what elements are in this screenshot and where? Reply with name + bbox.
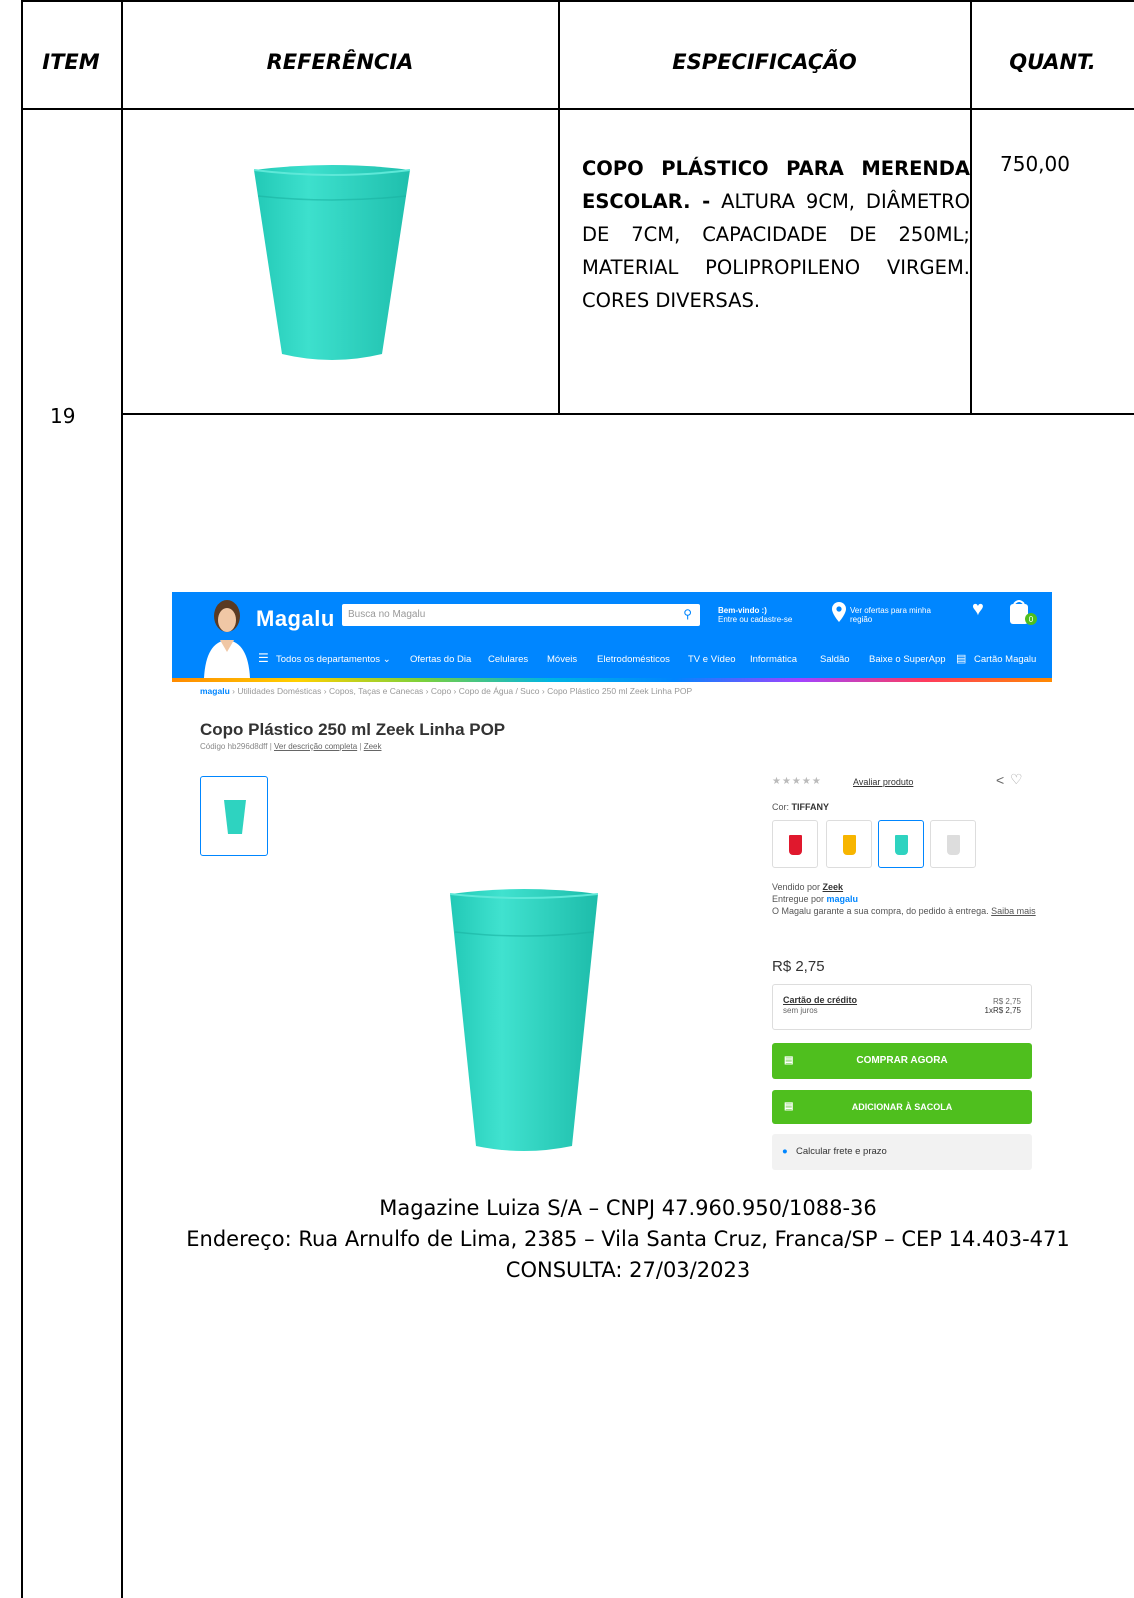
specification-text: COPO PLÁSTICO PARA MERENDA ESCOLAR. - AL… (582, 152, 970, 317)
offers-line-2: região (850, 615, 873, 624)
pin-icon: ● (782, 1146, 788, 1157)
quantity-value: 750,00 (1000, 152, 1070, 176)
nav-saldao[interactable]: Saldão (820, 654, 850, 665)
nav-departments[interactable]: Todos os departamentos ⌄ (276, 654, 391, 665)
product-main-image (450, 889, 598, 1151)
color-label: Cor: TIFFANY (772, 802, 829, 812)
search-placeholder: Busca no Magalu (348, 609, 426, 620)
add-to-bag-label: ADICIONAR À SACOLA (851, 1102, 953, 1112)
chevron-down-icon: ⌄ (382, 654, 391, 665)
thumbnail-cup-icon (224, 800, 246, 834)
full-description-link[interactable]: Ver descrição completa (274, 742, 357, 751)
product-code: Código hb296d8dff | Ver descrição comple… (200, 742, 382, 751)
lu-avatar-icon (204, 600, 250, 678)
product-code-text: Código hb296d8dff | (200, 742, 274, 751)
header-specification: ESPECIFICAÇÃO (672, 50, 857, 74)
table-border-left (21, 0, 23, 1598)
card-icon: ▤ (956, 653, 967, 665)
buy-bag-icon: ▤ (784, 1055, 794, 1066)
magalu-screenshot: Magalu Busca no Magalu ⚲ Bem-vindo :) Entr… (172, 592, 1052, 1172)
ref-row-bottom (121, 413, 1134, 415)
nav-informatica[interactable]: Informática (750, 654, 797, 665)
calculate-shipping-label: Calcular frete e prazo (796, 1146, 887, 1157)
guarantee-text: O Magalu garante a sua compra, do pedido… (772, 906, 1036, 916)
add-to-bag-button[interactable]: ▤ ADICIONAR À SACOLA (772, 1090, 1032, 1124)
add-bag-icon: ▤ (784, 1101, 794, 1112)
nav-celulares[interactable]: Celulares (488, 654, 528, 665)
card-price: R$ 2,75 (992, 997, 1021, 1006)
card-label: Cartão de crédito (783, 995, 858, 1005)
document-page: ITEM REFERÊNCIA ESPECIFICAÇÃO QUANT. 19 … (0, 0, 1134, 1598)
brand-link[interactable]: Zeek (364, 742, 382, 751)
nav-menu-icon[interactable]: ☰ (258, 651, 269, 665)
search-input[interactable]: Busca no Magalu ⚲ (342, 604, 700, 626)
delivered-by-label: Entregue por (772, 894, 827, 904)
source-footer: Magazine Luiza S/A – CNPJ 47.960.950/108… (122, 1193, 1134, 1286)
header-item: ITEM (42, 50, 100, 74)
nav-moveis[interactable]: Móveis (547, 654, 577, 665)
welcome-subtitle: Entre ou cadastre-se (718, 615, 793, 624)
favorite-icon[interactable]: ♡ (1010, 771, 1023, 788)
swatch-red-cup-icon (789, 835, 802, 855)
magalu-logo[interactable]: Magalu (256, 606, 335, 632)
card-subtitle: sem juros (783, 1006, 818, 1015)
nav-eletrodomesticos[interactable]: Eletrodomésticos (597, 654, 670, 665)
buy-now-button[interactable]: ▤ COMPRAR AGORA (772, 1043, 1032, 1079)
sold-by-label: Vendido por (772, 882, 823, 892)
product-price: R$ 2,75 (772, 958, 825, 975)
learn-more-link[interactable]: Saiba mais (991, 906, 1036, 916)
address-line: Endereço: Rua Arnulfo de Lima, 2385 – Vi… (186, 1227, 1070, 1251)
share-icon[interactable]: < (996, 772, 1004, 788)
color-value: TIFFANY (791, 802, 830, 812)
breadcrumb-path: › Utilidades Domésticas › Copos, Taças e… (229, 686, 693, 696)
welcome-link[interactable]: Bem-vindo :) Entre ou cadastre-se (718, 606, 792, 624)
swatch-tiffany-cup-icon (895, 835, 908, 855)
bag-icon[interactable]: 0 (1008, 598, 1038, 626)
swatch-red[interactable] (772, 820, 818, 868)
swatch-yellow[interactable] (826, 820, 872, 868)
breadcrumb[interactable]: magalu › Utilidades Domésticas › Copos, … (200, 686, 692, 696)
rate-product-link[interactable]: Avaliar produto (853, 777, 913, 787)
welcome-title: Bem-vindo :) (718, 606, 767, 615)
search-icon[interactable]: ⚲ (683, 607, 692, 621)
nav-tv-video[interactable]: TV e Vídeo (688, 654, 736, 665)
consultation-date: CONSULTA: 27/03/2023 (505, 1258, 751, 1282)
delivered-logo: magalu (826, 894, 859, 904)
header-reference: REFERÊNCIA (266, 50, 414, 74)
nav-ofertas[interactable]: Ofertas do Dia (410, 654, 471, 665)
product-title: Copo Plástico 250 ml Zeek Linha POP (200, 720, 506, 739)
header-quantity: QUANT. (1009, 50, 1096, 74)
rating-stars[interactable]: ★★★★★ (772, 776, 822, 787)
product-thumbnail[interactable] (200, 776, 268, 856)
delivered-by: Entregue por magalu (772, 894, 858, 904)
nav-departments-label: Todos os departamentos (276, 654, 381, 665)
offers-line-1: Ver ofertas para minha (850, 606, 931, 615)
nav-superapp[interactable]: Baixe o SuperApp (869, 654, 946, 665)
sold-by: Vendido por Zeek (772, 882, 843, 892)
swatch-white-cup-icon (947, 835, 960, 855)
cart-count: 0 (1029, 615, 1034, 624)
swatch-yellow-cup-icon (843, 835, 856, 855)
location-icon (832, 602, 846, 622)
buy-now-label: COMPRAR AGORA (856, 1055, 948, 1066)
guarantee-label: O Magalu garante a sua compra, do pedido… (772, 906, 992, 916)
cup-image (253, 165, 411, 360)
color-label-text: Cor: (772, 802, 792, 812)
item-number: 19 (50, 404, 76, 428)
breadcrumb-logo: magalu (200, 686, 230, 696)
header-row-bottom (21, 108, 1134, 110)
col-divider-1 (121, 0, 123, 1598)
rainbow-stripe (172, 678, 1052, 682)
swatch-tiffany[interactable] (878, 820, 924, 868)
table-border-top (21, 0, 1134, 2)
calculate-shipping-button[interactable]: ● Calcular frete e prazo (772, 1134, 1032, 1170)
heart-icon[interactable]: ♥ (972, 598, 984, 621)
company-line: Magazine Luiza S/A – CNPJ 47.960.950/108… (379, 1196, 877, 1220)
nav-cartao[interactable]: Cartão Magalu (974, 654, 1036, 665)
swatch-white[interactable] (930, 820, 976, 868)
card-installment: 1xR$ 2,75 (984, 1006, 1021, 1015)
credit-card-option[interactable]: Cartão de crédito sem juros R$ 2,75 1xR$… (772, 984, 1032, 1030)
seller-link[interactable]: Zeek (823, 882, 844, 892)
offers-region-link[interactable]: Ver ofertas para minha região (850, 606, 931, 624)
